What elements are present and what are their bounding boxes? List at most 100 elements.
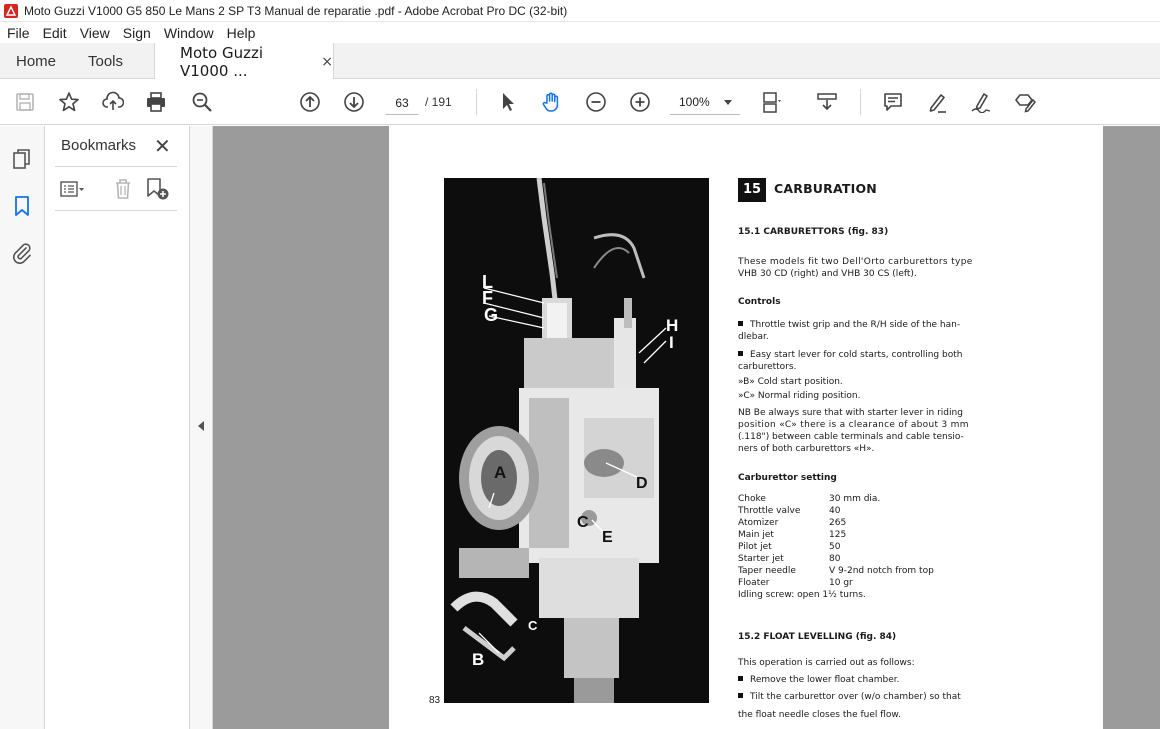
scroll-mode-button[interactable]	[815, 90, 839, 114]
bookmark-star-button[interactable]	[57, 90, 81, 114]
document-viewer[interactable]: L F G H I A D C E B C 83 15 CARBURATION …	[213, 126, 1160, 729]
setting-value: 125	[829, 530, 847, 540]
step-line: Tilt the carburettor over (w/o chamber) …	[750, 692, 961, 702]
nb-line: position «C» there is a clearance of abo…	[738, 420, 969, 430]
menu-help[interactable]: Help	[220, 25, 262, 41]
bookmarks-title: Bookmarks	[61, 137, 137, 154]
select-tool-button[interactable]	[496, 90, 520, 114]
page-total: / 191	[425, 95, 452, 109]
close-panel-icon[interactable]: ✕	[154, 134, 171, 159]
magnifier-minus-icon	[192, 92, 212, 112]
hand-icon	[542, 92, 559, 112]
section-title: CARBURATION	[774, 181, 877, 196]
sign-button[interactable]	[969, 90, 993, 114]
menu-file[interactable]: File	[0, 25, 36, 41]
upload-cloud-icon	[102, 91, 124, 110]
menu-window[interactable]: Window	[157, 25, 220, 41]
tab-tools[interactable]: Tools	[88, 43, 123, 79]
paragraph-line: »B» Cold start position.	[738, 377, 843, 387]
plus-circle-icon	[630, 92, 650, 112]
tab-bar: Home Tools Moto Guzzi V1000 ... ×	[0, 43, 1160, 80]
nb-line: (.118") between cable terminals and cabl…	[738, 432, 964, 442]
subsection-title: 15.2 FLOAT LEVELLING (fig. 84)	[738, 632, 897, 642]
paragraph-line: »C» Normal riding position.	[738, 391, 861, 401]
arrow-down-circle-icon	[344, 92, 364, 112]
toolbar-separator	[860, 89, 861, 115]
share-button[interactable]	[101, 90, 125, 114]
controls-line: Easy start lever for cold starts, contro…	[750, 350, 963, 360]
acrobat-app-icon	[4, 3, 18, 18]
previous-page-button[interactable]	[298, 90, 322, 114]
print-button[interactable]	[144, 90, 168, 114]
highlight-button[interactable]	[925, 90, 949, 114]
chevron-down-icon	[724, 100, 732, 105]
arrow-up-circle-icon	[300, 92, 320, 112]
bullet-icon	[738, 321, 743, 326]
setting-key: Starter jet	[738, 554, 784, 564]
setting-key: Throttle valve	[738, 506, 801, 516]
setting-key: Taper needle	[738, 566, 796, 576]
setting-key: Choke	[738, 494, 766, 504]
paragraph-line: carburettors.	[738, 362, 797, 372]
figure-83-photo: L F G H I A D C E B C	[444, 178, 709, 703]
paragraph-line: Remove the lower float chamber.	[738, 674, 899, 686]
menu-view[interactable]: View	[73, 25, 116, 41]
pen-icon	[929, 94, 946, 113]
bookmarks-icon[interactable]	[10, 194, 34, 218]
tab-home[interactable]: Home	[16, 43, 56, 79]
fill-sign-button[interactable]	[1013, 90, 1037, 114]
next-page-button[interactable]	[342, 90, 366, 114]
panel-collapse-handle[interactable]	[190, 126, 213, 729]
step-line: Remove the lower float chamber.	[750, 675, 900, 685]
page-display-button[interactable]	[760, 90, 784, 114]
page-fit-icon	[763, 92, 781, 113]
setting-value: 40	[829, 506, 841, 516]
page-number-label: 83	[429, 695, 441, 706]
figure-label-g: G	[484, 305, 498, 325]
pdf-page: L F G H I A D C E B C 83 15 CARBURATION …	[389, 126, 1103, 729]
zoom-in-button[interactable]	[628, 90, 652, 114]
controls-heading: Controls	[738, 297, 781, 307]
paragraph-line: Throttle twist grip and the R/H side of …	[738, 319, 960, 331]
zoom-search-button[interactable]	[190, 90, 214, 114]
menu-edit[interactable]: Edit	[36, 25, 73, 41]
setting-value: 265	[829, 518, 847, 528]
setting-value: 30 mm dia.	[829, 494, 881, 504]
tab-document[interactable]: Moto Guzzi V1000 ... ×	[154, 43, 334, 80]
trash-icon[interactable]	[110, 176, 136, 202]
new-bookmark-icon[interactable]	[145, 176, 171, 202]
controls-line: Throttle twist grip and the R/H side of …	[750, 320, 961, 330]
page-thumbnails-icon[interactable]	[10, 148, 34, 172]
panel-divider	[55, 166, 177, 167]
options-menu-icon[interactable]	[59, 176, 85, 202]
paragraph-line: Tilt the carburettor over (w/o chamber) …	[738, 691, 961, 703]
stamp-edit-icon	[1015, 94, 1036, 113]
main-toolbar	[0, 79, 1160, 125]
hand-tool-button[interactable]	[540, 90, 564, 114]
zoom-value: 100%	[679, 95, 710, 109]
collapse-arrow-icon	[198, 421, 204, 431]
page-number-input[interactable]: 63	[385, 89, 419, 115]
save-button[interactable]	[13, 90, 37, 114]
paragraph-line: the float needle closes the fuel flow.	[738, 710, 901, 720]
paragraph-line: Easy start lever for cold starts, contro…	[738, 349, 962, 361]
attachments-icon[interactable]	[10, 240, 34, 264]
tab-document-label: Moto Guzzi V1000 ...	[180, 43, 263, 80]
minus-circle-icon	[586, 92, 606, 112]
nb-line: ners of both carburettors «H».	[738, 444, 875, 454]
paragraph-line: These models fit two Dell'Orto carburett…	[738, 257, 973, 267]
star-icon	[59, 92, 79, 112]
carburettor-photo-drawing: L F G H I A D C E B C	[444, 178, 709, 703]
zoom-out-button[interactable]	[584, 90, 608, 114]
printer-icon	[147, 92, 165, 112]
left-rail	[0, 126, 45, 729]
sign-pen-icon	[971, 93, 991, 113]
scroll-icon	[817, 93, 837, 111]
close-tab-icon[interactable]: ×	[321, 54, 333, 70]
figure-label-d: D	[636, 475, 648, 492]
setting-value: V 9-2nd notch from top	[829, 566, 934, 576]
comment-button[interactable]	[881, 90, 905, 114]
figure-label-c: C	[577, 514, 589, 531]
zoom-select[interactable]: 100%	[670, 89, 740, 115]
menu-sign[interactable]: Sign	[116, 25, 157, 41]
